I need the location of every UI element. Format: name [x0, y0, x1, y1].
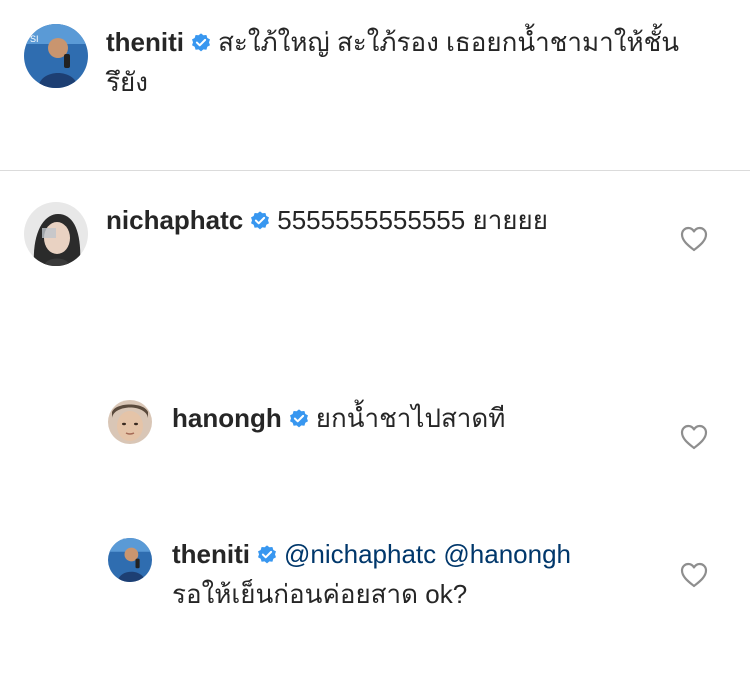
like-button[interactable]: [680, 424, 708, 450]
username-theniti[interactable]: theniti: [106, 27, 184, 57]
comment-text-block: nichaphatc 5555555555555 ยายยย: [106, 200, 666, 240]
avatar-theniti-image: [108, 538, 152, 582]
svg-text:SI: SI: [30, 34, 39, 44]
comment-body-line1: สะใภ้ใหญ่ สะใภ้รอง เธอยกน้ำชามาให้ชั้น: [218, 27, 680, 57]
mention-link[interactable]: @hanongh: [443, 539, 571, 569]
comment-text-block: theniti สะใภ้ใหญ่ สะใภ้รอง เธอยกน้ำชามาให…: [106, 22, 726, 102]
reply-text-block: theniti @nichaphatc @hanongh รอให้เย็นก่อ…: [172, 534, 672, 614]
heart-outline-icon: [680, 424, 708, 450]
avatar-nichaphatc[interactable]: [24, 202, 88, 266]
heart-outline-icon: [680, 562, 708, 588]
like-button[interactable]: [680, 562, 708, 588]
avatar-theniti[interactable]: [108, 538, 152, 582]
verified-badge-icon: [256, 544, 278, 566]
avatar-theniti-image: SI: [24, 24, 88, 88]
avatar-hanongh-image: [108, 400, 152, 444]
comment-body: 5555555555555 ยายยย: [277, 205, 548, 235]
username-nichaphatc[interactable]: nichaphatc: [106, 205, 243, 235]
like-button[interactable]: [680, 226, 708, 252]
avatar-nichaphatc-image: [24, 202, 88, 266]
reply-body: รอให้เย็นก่อนค่อยสาด ok?: [172, 579, 468, 609]
caption-divider: [0, 170, 750, 171]
mention-link[interactable]: @nichaphatc: [284, 539, 436, 569]
comment-body-line2: รึยัง: [106, 67, 148, 97]
username-theniti[interactable]: theniti: [172, 539, 250, 569]
reply-body: ยกน้ำชาไปสาดที: [315, 403, 506, 433]
avatar-hanongh[interactable]: [108, 400, 152, 444]
verified-badge-icon: [288, 408, 310, 430]
verified-badge-icon: [190, 32, 212, 54]
heart-outline-icon: [680, 226, 708, 252]
avatar-theniti[interactable]: SI: [24, 24, 88, 88]
reply-text-block: hanongh ยกน้ำชาไปสาดที: [172, 398, 672, 438]
verified-badge-icon: [249, 210, 271, 232]
username-hanongh[interactable]: hanongh: [172, 403, 282, 433]
